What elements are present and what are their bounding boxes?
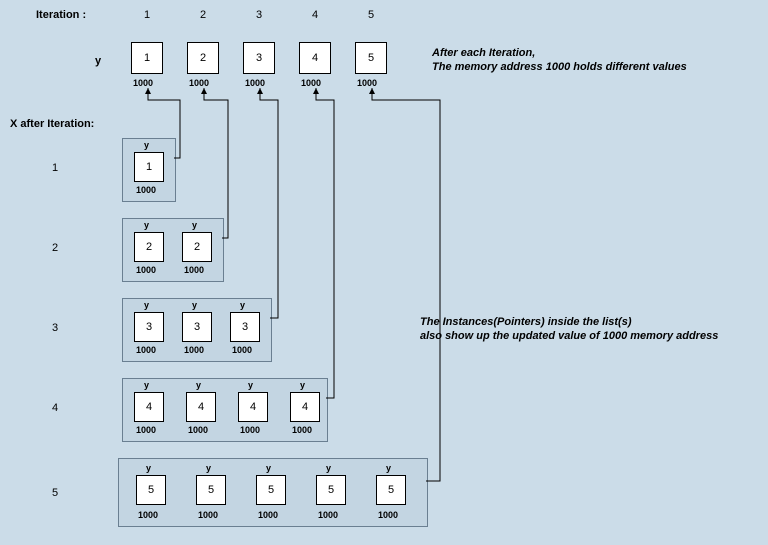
- y-addr-2: 1000: [189, 78, 209, 88]
- y-addr-4: 1000: [301, 78, 321, 88]
- r4-cell-2: 4: [186, 392, 216, 422]
- note-mid-line1: The Instances(Pointers) inside the list(…: [420, 315, 632, 329]
- r5-addr-2: 1000: [198, 510, 218, 520]
- row-label-4: 4: [52, 402, 58, 414]
- r5-var-3: y: [266, 463, 271, 473]
- diagram-canvas: Iteration : 1 2 3 4 5 y 1 2 3 4 5 1000 1…: [0, 0, 768, 545]
- r3-addr-2: 1000: [184, 345, 204, 355]
- r4-addr-3: 1000: [240, 425, 260, 435]
- r3-var-2: y: [192, 300, 197, 310]
- r4-cell-4: 4: [290, 392, 320, 422]
- iter-num-1: 1: [144, 9, 150, 21]
- r5-addr-4: 1000: [318, 510, 338, 520]
- r1-addr-1: 1000: [136, 185, 156, 195]
- r5-var-5: y: [386, 463, 391, 473]
- y-label: y: [95, 55, 101, 67]
- r3-cell-3: 3: [230, 312, 260, 342]
- r4-cell-3: 4: [238, 392, 268, 422]
- iteration-label: Iteration :: [36, 9, 86, 21]
- r2-addr-1: 1000: [136, 265, 156, 275]
- r3-var-3: y: [240, 300, 245, 310]
- y-box-1: 1: [131, 42, 163, 74]
- y-box-5: 5: [355, 42, 387, 74]
- r5-cell-3: 5: [256, 475, 286, 505]
- note-top-line2: The memory address 1000 holds different …: [432, 60, 687, 74]
- r3-var-1: y: [144, 300, 149, 310]
- r5-cell-1: 5: [136, 475, 166, 505]
- r3-addr-3: 1000: [232, 345, 252, 355]
- iter-num-5: 5: [368, 9, 374, 21]
- iter-num-4: 4: [312, 9, 318, 21]
- row-label-3: 3: [52, 322, 58, 334]
- r5-var-1: y: [146, 463, 151, 473]
- y-addr-5: 1000: [357, 78, 377, 88]
- r2-cell-1: 2: [134, 232, 164, 262]
- row-label-5: 5: [52, 487, 58, 499]
- y-addr-3: 1000: [245, 78, 265, 88]
- r5-cell-4: 5: [316, 475, 346, 505]
- r4-cell-1: 4: [134, 392, 164, 422]
- r5-var-4: y: [326, 463, 331, 473]
- r3-addr-1: 1000: [136, 345, 156, 355]
- r1-var-1: y: [144, 140, 149, 150]
- r4-var-4: y: [300, 380, 305, 390]
- y-addr-1: 1000: [133, 78, 153, 88]
- r3-cell-1: 3: [134, 312, 164, 342]
- r5-cell-5: 5: [376, 475, 406, 505]
- r4-var-2: y: [196, 380, 201, 390]
- r2-var-1: y: [144, 220, 149, 230]
- r5-var-2: y: [206, 463, 211, 473]
- r3-cell-2: 3: [182, 312, 212, 342]
- iter-num-2: 2: [200, 9, 206, 21]
- iter-num-3: 3: [256, 9, 262, 21]
- r2-addr-2: 1000: [184, 265, 204, 275]
- row-label-2: 2: [52, 242, 58, 254]
- r5-addr-1: 1000: [138, 510, 158, 520]
- row-label-1: 1: [52, 162, 58, 174]
- r5-addr-3: 1000: [258, 510, 278, 520]
- r2-var-2: y: [192, 220, 197, 230]
- y-box-3: 3: [243, 42, 275, 74]
- r5-addr-5: 1000: [378, 510, 398, 520]
- y-box-4: 4: [299, 42, 331, 74]
- x-after-iteration-label: X after Iteration:: [10, 118, 94, 130]
- r4-addr-2: 1000: [188, 425, 208, 435]
- r4-addr-4: 1000: [292, 425, 312, 435]
- r1-cell-1: 1: [134, 152, 164, 182]
- note-mid-line2: also show up the updated value of 1000 m…: [420, 329, 718, 343]
- r4-var-3: y: [248, 380, 253, 390]
- r4-addr-1: 1000: [136, 425, 156, 435]
- r4-var-1: y: [144, 380, 149, 390]
- r2-cell-2: 2: [182, 232, 212, 262]
- y-box-2: 2: [187, 42, 219, 74]
- r5-cell-2: 5: [196, 475, 226, 505]
- note-top-line1: After each Iteration,: [432, 46, 535, 60]
